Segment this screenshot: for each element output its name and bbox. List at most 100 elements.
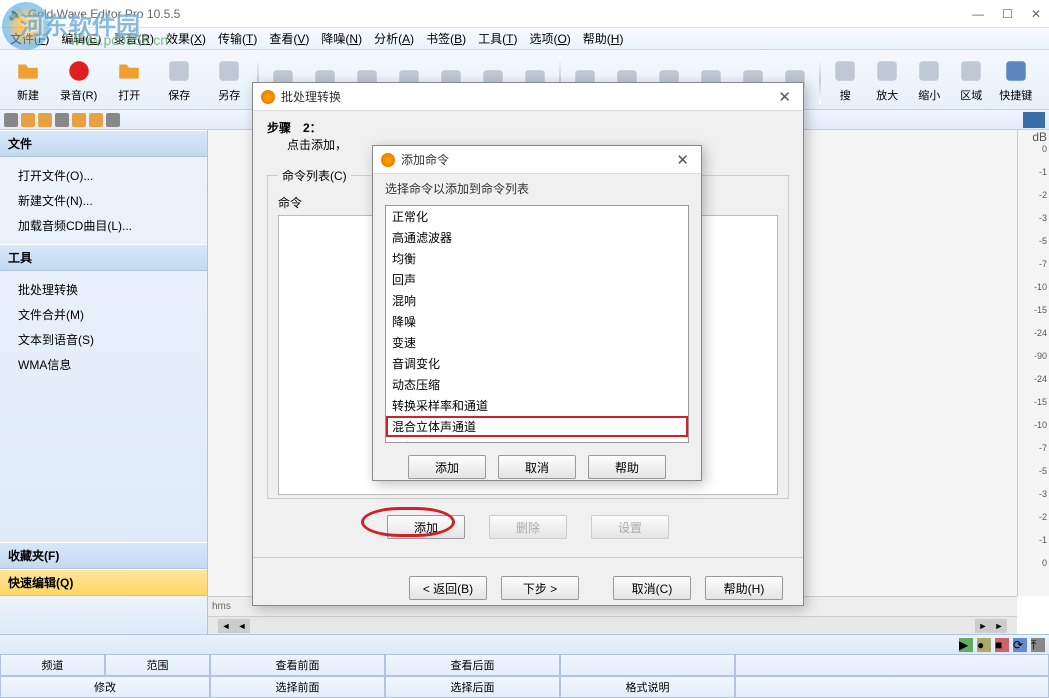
menu-1[interactable]: 编辑(E)	[55, 28, 107, 49]
addcmd-item-4[interactable]: 混响	[386, 290, 688, 311]
toolbar-zoomin[interactable]: 放大	[867, 55, 907, 105]
sidebar-tool-2[interactable]: 文本到语音(S)	[4, 327, 203, 352]
toolbar-region[interactable]: 区域	[951, 55, 991, 105]
minimize-button[interactable]: —	[972, 7, 984, 21]
scroll-right-icon[interactable]: ►	[991, 619, 1007, 633]
addcmd-instruction: 选择命令以添加到命令列表	[373, 174, 701, 203]
addcmd-titlebar[interactable]: 添加命令 ✕	[373, 146, 701, 174]
ruler-tick: 0	[1042, 558, 1047, 568]
tool-icon-2[interactable]: ●	[977, 638, 991, 652]
batch-cmd-header: 命令	[278, 196, 302, 210]
sidebar-file-1[interactable]: 新建文件(N)...	[4, 188, 203, 213]
toolbar-new[interactable]: 新建	[4, 55, 52, 105]
sidebar-tools-header[interactable]: 工具	[0, 244, 207, 271]
sidebar-tool-0[interactable]: 批处理转换	[4, 277, 203, 302]
stop-icon[interactable]	[106, 113, 120, 127]
batch-back-button[interactable]: < 返回(B)	[409, 576, 487, 600]
toolbar-save[interactable]: 保存	[155, 55, 203, 105]
sidebar-tool-1[interactable]: 文件合并(M)	[4, 302, 203, 327]
addcmd-icon	[381, 153, 395, 167]
status-cell: 选择后面	[385, 676, 560, 698]
tool-icon-5[interactable]: ⤒	[1031, 638, 1045, 652]
toolbar-saveas[interactable]: 另存	[205, 55, 253, 105]
marker3-icon[interactable]	[72, 113, 86, 127]
addcmd-add-button[interactable]: 添加	[408, 455, 486, 479]
marker2-icon[interactable]	[38, 113, 52, 127]
addcmd-item-0[interactable]: 正常化	[386, 206, 688, 227]
status-cell: 格式说明	[560, 676, 735, 698]
toolbar-shortcut[interactable]: 快捷键	[993, 55, 1038, 105]
batch-dialog-title: 批处理转换	[281, 88, 774, 105]
menu-8[interactable]: 书签(B)	[420, 28, 472, 49]
batch-next-button[interactable]: 下步 >	[501, 576, 579, 600]
batch-add-button[interactable]: 添加	[387, 515, 465, 539]
menu-11[interactable]: 帮助(H)	[577, 28, 630, 49]
ruler-tick: -2	[1039, 190, 1047, 200]
toolbar-zoomout[interactable]: 缩小	[909, 55, 949, 105]
h-scrollbar[interactable]: ◄ ◄ ► ►	[208, 616, 1017, 634]
addcmd-item-11[interactable]: 移相	[386, 437, 688, 443]
dropdown-icon[interactable]	[1023, 112, 1045, 128]
addcmd-cancel-button[interactable]: 取消	[498, 455, 576, 479]
sidebar-files-header[interactable]: 文件	[0, 130, 207, 157]
addcmd-item-3[interactable]: 回声	[386, 269, 688, 290]
addcmd-help-button[interactable]: 帮助	[588, 455, 666, 479]
close-button[interactable]: ✕	[1031, 7, 1041, 21]
status-cell: 查看前面	[210, 654, 385, 676]
toolbar-zoom[interactable]: 搜	[825, 55, 865, 105]
play-icon[interactable]	[4, 113, 18, 127]
batch-delete-button: 删除	[489, 515, 567, 539]
status-cell	[560, 654, 735, 676]
menu-5[interactable]: 查看(V)	[263, 28, 315, 49]
ruler-tick: -15	[1034, 397, 1047, 407]
scroll-left-icon[interactable]: ◄	[218, 619, 234, 633]
batch-dialog-titlebar[interactable]: 批处理转换 ✕	[253, 83, 803, 111]
addcmd-item-1[interactable]: 高通滤波器	[386, 227, 688, 248]
marker4-icon[interactable]	[89, 113, 103, 127]
menu-9[interactable]: 工具(T)	[472, 28, 523, 49]
loop-icon[interactable]	[55, 113, 69, 127]
hms-label: hms	[208, 601, 236, 612]
menu-7[interactable]: 分析(A)	[368, 28, 420, 49]
tool-icon-1[interactable]: ▶	[959, 638, 973, 652]
sidebar-file-0[interactable]: 打开文件(O)...	[4, 163, 203, 188]
maximize-button[interactable]: ☐	[1002, 7, 1013, 21]
menu-3[interactable]: 效果(X)	[160, 28, 212, 49]
batch-help-button[interactable]: 帮助(H)	[705, 576, 783, 600]
toolbar-record[interactable]: 录音(R)	[54, 55, 103, 105]
addcmd-item-10[interactable]: 混合立体声通道	[386, 416, 688, 437]
sidebar-file-2[interactable]: 加载音频CD曲目(L)...	[4, 213, 203, 238]
titlebar: 🔊 Gold Wave Editor Pro 10.5.5 — ☐ ✕	[0, 0, 1049, 28]
tool-icon-4[interactable]: ⟳	[1013, 638, 1027, 652]
ruler-tick: 0	[1042, 144, 1047, 154]
addcmd-item-8[interactable]: 动态压缩	[386, 374, 688, 395]
addcmd-item-6[interactable]: 变速	[386, 332, 688, 353]
addcmd-list[interactable]: 正常化高通滤波器均衡回声混响降噪变速音调变化动态压缩转换采样率和通道混合立体声通…	[385, 205, 689, 443]
batch-dialog-icon	[261, 90, 275, 104]
ruler-tick: -15	[1034, 305, 1047, 315]
addcmd-close[interactable]: ✕	[672, 151, 693, 169]
addcmd-item-9[interactable]: 转换采样率和通道	[386, 395, 688, 416]
sidebar-quickedit-header[interactable]: 快速编辑(Q)	[0, 569, 207, 596]
toolbar-open[interactable]: 打开	[105, 55, 153, 105]
ruler-tick: -5	[1039, 466, 1047, 476]
batch-dialog-close[interactable]: ✕	[774, 88, 795, 106]
scroll-right2-icon[interactable]: ►	[975, 619, 991, 633]
batch-cancel-button[interactable]: 取消(C)	[613, 576, 691, 600]
status-cell: 范围	[105, 654, 210, 676]
menu-2[interactable]: 录音(R)	[107, 28, 160, 49]
menubar: 文件(F)编辑(E)录音(R)效果(X)传输(T)查看(V)降噪(N)分析(A)…	[0, 28, 1049, 50]
batch-step-label: 步骤 2：	[267, 121, 322, 135]
menu-10[interactable]: 选项(O)	[523, 28, 576, 49]
marker1-icon[interactable]	[21, 113, 35, 127]
menu-4[interactable]: 传输(T)	[212, 28, 263, 49]
addcmd-item-5[interactable]: 降噪	[386, 311, 688, 332]
sidebar-favorites-header[interactable]: 收藏夹(F)	[0, 542, 207, 569]
status-cell	[735, 654, 1049, 676]
menu-6[interactable]: 降噪(N)	[315, 28, 368, 49]
addcmd-item-2[interactable]: 均衡	[386, 248, 688, 269]
addcmd-item-7[interactable]: 音调变化	[386, 353, 688, 374]
tool-icon-3[interactable]: ■	[995, 638, 1009, 652]
scroll-left2-icon[interactable]: ◄	[234, 619, 250, 633]
sidebar-tool-3[interactable]: WMA信息	[4, 352, 203, 377]
